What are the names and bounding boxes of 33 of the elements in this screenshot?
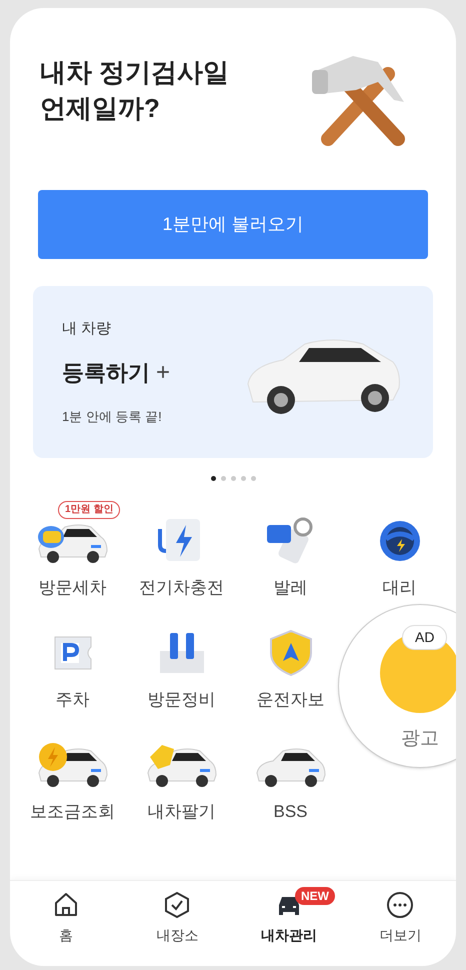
nav-tab[interactable]: 더보기 — [344, 881, 456, 956]
card-title: 등록하기 — [62, 359, 150, 387]
headline: 내차 정기검사일 — [40, 56, 230, 89]
nav-tab[interactable]: NEW 내차관리 — [233, 881, 344, 956]
ad-badge: AD — [402, 625, 448, 650]
shield-check-icon — [163, 891, 192, 919]
card-caption: 1분 안에 등록 끝! — [62, 408, 163, 426]
nav-tab[interactable]: 내장소 — [122, 881, 233, 956]
more-icon — [386, 891, 414, 919]
service-label[interactable]: 내차팔기 — [148, 799, 216, 824]
service-label[interactable]: 방문정비 — [148, 687, 216, 712]
headline: 언제일까? — [40, 92, 161, 125]
card-eyebrow: 내 차량 — [62, 319, 112, 339]
ad-label: 광고 — [401, 727, 439, 751]
nav-tab[interactable]: 홈 — [10, 881, 122, 956]
new-badge: NEW — [295, 887, 335, 905]
service-label[interactable]: 주차 — [56, 687, 90, 712]
service-label[interactable]: 대리 — [382, 575, 416, 600]
nav-label: 더보기 — [379, 926, 422, 945]
service-label[interactable]: 발레 — [274, 575, 308, 600]
register-car-card[interactable]: 내 차량 등록하기 + 1분 안에 등록 끝! — [33, 286, 433, 458]
service-label[interactable]: BSS — [273, 799, 308, 824]
nav-label: 홈 — [58, 926, 73, 945]
nav-label: 내장소 — [156, 926, 198, 945]
service-label[interactable]: 전기차충전 — [139, 575, 224, 600]
ad-popup[interactable]: AD 광고 — [338, 604, 456, 768]
plus-sign: + — [156, 358, 170, 388]
discount-badge: 1만원 할인 — [58, 501, 120, 519]
service-label[interactable]: 보조금조회 — [30, 799, 115, 824]
load-button[interactable]: 1분만에 불러오기 — [38, 190, 428, 259]
service-label[interactable]: 운전자보 — [256, 687, 324, 712]
nav-label: 내차관리 — [260, 926, 317, 945]
service-label[interactable]: 방문세차 — [38, 575, 106, 600]
